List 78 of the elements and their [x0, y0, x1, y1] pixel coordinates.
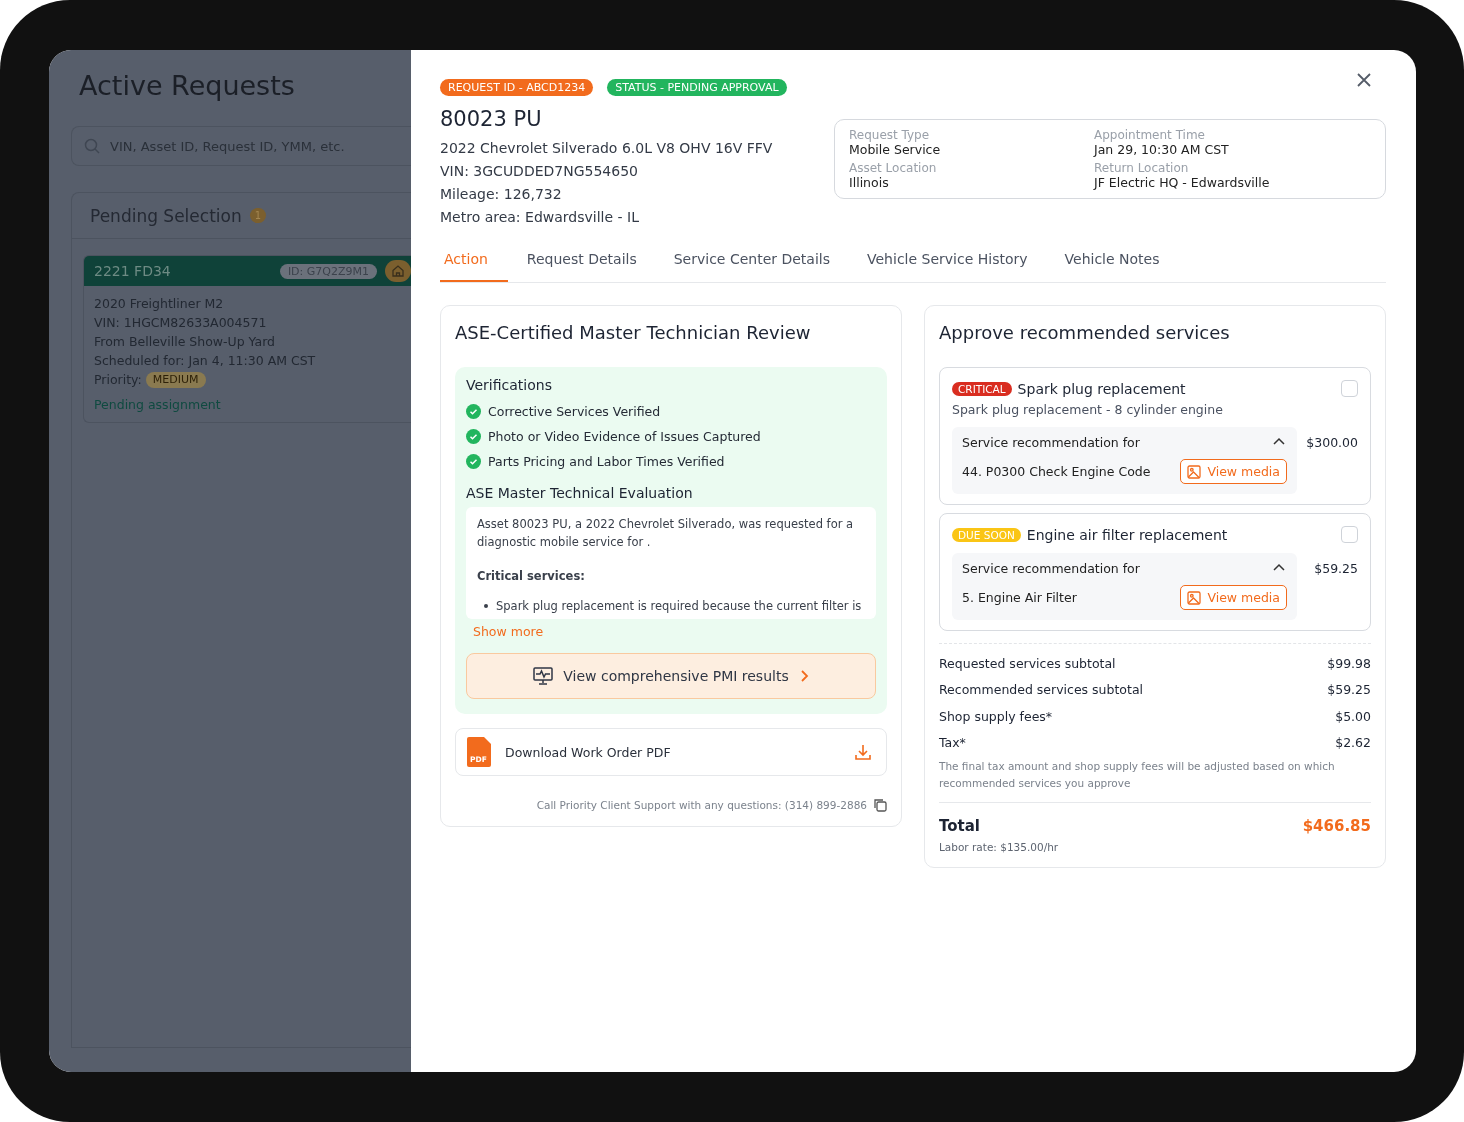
tab[interactable]: Service Center Details [655, 241, 848, 282]
info-label: Asset Location [849, 161, 938, 175]
section-title: Pending Selection [90, 205, 242, 226]
info-value: Illinois [849, 175, 890, 190]
recommendation-title: Service recommendation for [962, 434, 1140, 450]
pmi-results-button[interactable]: View comprehensive PMI results [466, 653, 876, 699]
service-price: $300.00 [1306, 435, 1358, 450]
plate-number: 2221 FD34 [94, 263, 172, 279]
card-title: ASE-Certified Master Technician Review [455, 322, 812, 343]
verification-item: Photo or Video Evidence of Issues Captured [488, 429, 761, 444]
summary-label: Tax* [939, 735, 966, 751]
priority-label: Priority: [94, 371, 142, 389]
section-title: Verifications [466, 377, 553, 393]
priority-tag: CRITICAL [952, 381, 1012, 396]
service-price: $59.25 [1313, 561, 1358, 576]
vehicle-detail: Metro area: Edwardsville - IL [440, 208, 640, 227]
tab[interactable]: Vehicle Service History [849, 241, 1046, 282]
recommendation-item: 5. Engine Air Filter [962, 590, 1077, 605]
support-text: Call Priority Client Support with any questions: (314) 899-2886 [536, 799, 867, 811]
card-line: 2020 Freightliner M2 [94, 295, 225, 313]
summary-value: $2.62 [1335, 735, 1371, 751]
check-icon [466, 429, 481, 444]
priority-tag: DUE SOON [952, 527, 1021, 542]
checkbox[interactable] [1341, 380, 1358, 397]
vehicle-detail: VIN: 3GCUDDED7NG554650 [440, 162, 639, 181]
image-icon [1187, 464, 1202, 479]
critical-heading: Critical services: [477, 568, 586, 585]
check-icon [466, 404, 481, 419]
service-name: Engine air filter replacement [1026, 526, 1229, 543]
page-title: Active Requests [79, 70, 296, 101]
check-icon [466, 454, 481, 469]
card-line: Scheduled for: Jan 4, 11:30 AM CST [94, 352, 317, 370]
card-line: VIN: 1HGCM82633A004571 [94, 314, 268, 332]
info-value: Mobile Service [849, 142, 942, 157]
info-value: JF Electric HQ - Edwardsville [1094, 175, 1271, 190]
vehicle-title: 80023 PU [440, 107, 543, 131]
tab[interactable]: Request Details [508, 241, 655, 282]
evaluation-text: Asset 80023 PU, a 2022 Chevrolet Silverado, was requested for a diagnostic mobile service for . [477, 516, 855, 551]
total-label: Total [939, 817, 980, 835]
priority-tag: MEDIUM [145, 371, 206, 388]
checkbox[interactable] [1341, 526, 1358, 543]
recommendation-item: 44. P0300 Check Engine Code [962, 464, 1151, 479]
monitor-icon [533, 667, 554, 685]
summary-value: $59.25 [1327, 682, 1371, 698]
info-label: Request Type [849, 128, 931, 142]
verification-item: Parts Pricing and Labor Times Verified [488, 454, 725, 469]
summary-label: Requested services subtotal [939, 655, 1116, 671]
summary-label: Recommended services subtotal [939, 682, 1144, 698]
card-title: Approve recommended services [939, 322, 1231, 343]
vehicle-detail: 2022 Chevrolet Silverado 6.0L V8 OHV 16V FFV [440, 139, 773, 158]
service-description: Spark plug replacement - 8 cylinder engine [952, 402, 1224, 417]
summary-value: $99.98 [1327, 655, 1371, 671]
search-icon [84, 138, 100, 154]
info-value: Jan 29, 10:30 AM CST [1094, 142, 1230, 157]
total-amount: $466.85 [1302, 817, 1371, 835]
status-badge: REQUEST ID - ABCD1234 [440, 79, 594, 96]
fee-note: The final tax amount and shop supply fees will be adjusted based on which recommended services you approve [939, 760, 1335, 789]
status-badge: STATUS - PENDING APPROVAL [607, 79, 787, 96]
vehicle-detail: Mileage: 126,732 [440, 185, 563, 204]
info-label: Appointment Time [1094, 128, 1206, 142]
verification-item: Corrective Services Verified [488, 404, 661, 419]
chevron-right-icon [798, 670, 809, 682]
status-text: Pending assignment [94, 396, 222, 414]
card-line: From Belleville Show-Up Yard [94, 333, 277, 351]
copy-icon[interactable] [873, 798, 887, 812]
section-title: ASE Master Technical Evaluation [466, 485, 694, 501]
tab[interactable]: Vehicle Notes [1046, 241, 1178, 282]
info-label: Return Location [1094, 161, 1190, 175]
home-icon [385, 260, 411, 282]
bullet-icon [484, 604, 488, 608]
bullet-item: Spark plug replacement is required because the current filter is [496, 598, 862, 615]
image-icon [1187, 590, 1202, 605]
service-name: Spark plug replacement [1017, 380, 1187, 397]
download-icon [854, 743, 872, 761]
summary-value: $5.00 [1335, 708, 1371, 724]
labor-rate: Labor rate: $135.00/hr [939, 841, 1060, 853]
recommendation-title: Service recommendation for [962, 560, 1140, 576]
summary-label: Shop supply fees* [939, 708, 1053, 724]
